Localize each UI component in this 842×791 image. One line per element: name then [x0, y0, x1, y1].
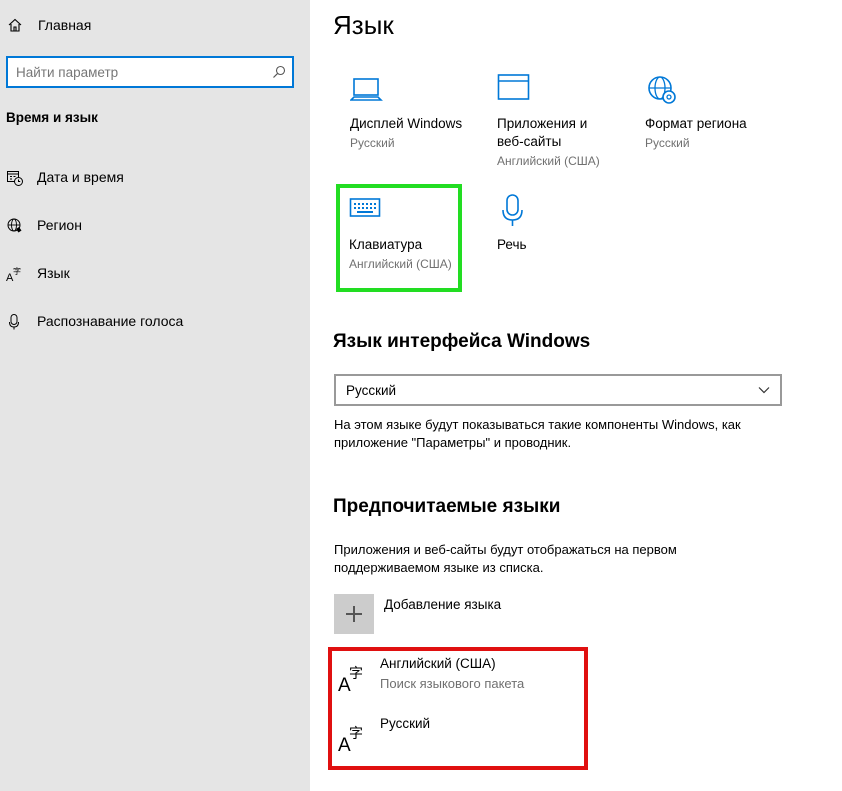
tile-keyboard[interactable]: Клавиатура Английский (США): [333, 194, 463, 304]
home-label: Главная: [38, 17, 92, 33]
interface-language-heading: Язык интерфейса Windows: [333, 331, 591, 352]
sidebar-item-speech[interactable]: Распознавание голоса: [0, 301, 310, 341]
language-item-russian[interactable]: A 字 Русский: [334, 716, 584, 770]
tile-subtitle: Русский: [350, 136, 395, 150]
sidebar-item-language[interactable]: A 字 Язык: [0, 253, 310, 293]
tile-regional-format[interactable]: Формат региона Русский: [629, 73, 759, 183]
sidebar-item-label: Дата и время: [37, 169, 124, 185]
microphone-icon: [9, 314, 19, 330]
tile-name: Клавиатура: [349, 237, 423, 252]
language-item-english[interactable]: A 字 Английский (США) Поиск языкового пак…: [334, 656, 584, 710]
search-icon[interactable]: [272, 65, 286, 79]
microphone-icon: [502, 194, 523, 226]
add-language-button[interactable]: [334, 594, 374, 634]
home-icon: [8, 18, 22, 32]
search-input[interactable]: [16, 63, 266, 81]
home-nav-item[interactable]: Главная: [0, 8, 310, 42]
add-language-label[interactable]: Добавление языка: [384, 597, 501, 612]
sidebar-item-region[interactable]: Регион: [0, 205, 310, 245]
interface-language-description: На этом языке будут показываться такие к…: [334, 417, 741, 450]
globe-icon: [7, 218, 22, 233]
sidebar-item-label: Регион: [37, 217, 82, 233]
sidebar-item-date-time[interactable]: Дата и время: [0, 157, 310, 197]
svg-text:字: 字: [349, 666, 363, 682]
tile-subtitle: Английский (США): [349, 257, 452, 271]
search-box[interactable]: [6, 56, 294, 88]
tile-name: Формат региона: [645, 116, 747, 131]
language-name: Русский: [380, 716, 431, 731]
language-icon: A 字: [338, 666, 363, 692]
sidebar: Главная Время и язык Дата и время Регион: [0, 0, 310, 791]
language-icon: A 字: [6, 266, 21, 283]
tile-apps-websites[interactable]: Приложения и веб-сайты Английский (США): [481, 73, 611, 183]
tile-name: Приложения и веб-сайты: [497, 116, 588, 149]
tile-name: Речь: [497, 237, 527, 252]
preferred-languages-heading: Предпочитаемые языки: [333, 496, 561, 517]
chevron-down-icon: [758, 387, 770, 394]
language-status: Поиск языкового пакета: [380, 676, 525, 691]
laptop-icon: [350, 78, 383, 101]
interface-language-select[interactable]: Русский: [334, 374, 782, 406]
app-window-icon: [497, 74, 530, 100]
language-icon: A 字: [338, 726, 363, 752]
calendar-clock-icon: [7, 171, 23, 186]
svg-text:字: 字: [349, 726, 363, 742]
preferred-languages-description: Приложения и веб-сайты будут отображатьс…: [334, 542, 677, 575]
tile-subtitle: Русский: [645, 136, 690, 150]
sidebar-item-label: Язык: [37, 265, 70, 281]
main-content: Язык Дисплей Windows Русский Приложения …: [310, 0, 842, 791]
tile-display[interactable]: Дисплей Windows Русский: [334, 73, 464, 183]
tile-speech[interactable]: Речь: [481, 194, 611, 304]
tile-name: Дисплей Windows: [350, 116, 463, 131]
svg-text:字: 字: [13, 266, 21, 276]
page-title: Язык: [333, 10, 394, 40]
language-name: Английский (США): [380, 656, 496, 671]
section-title: Время и язык: [6, 110, 98, 125]
keyboard-icon: [349, 198, 381, 217]
globe-settings-icon: [648, 76, 676, 104]
sidebar-item-label: Распознавание голоса: [37, 313, 184, 329]
select-value: Русский: [346, 383, 397, 398]
tile-subtitle: Английский (США): [497, 154, 600, 168]
